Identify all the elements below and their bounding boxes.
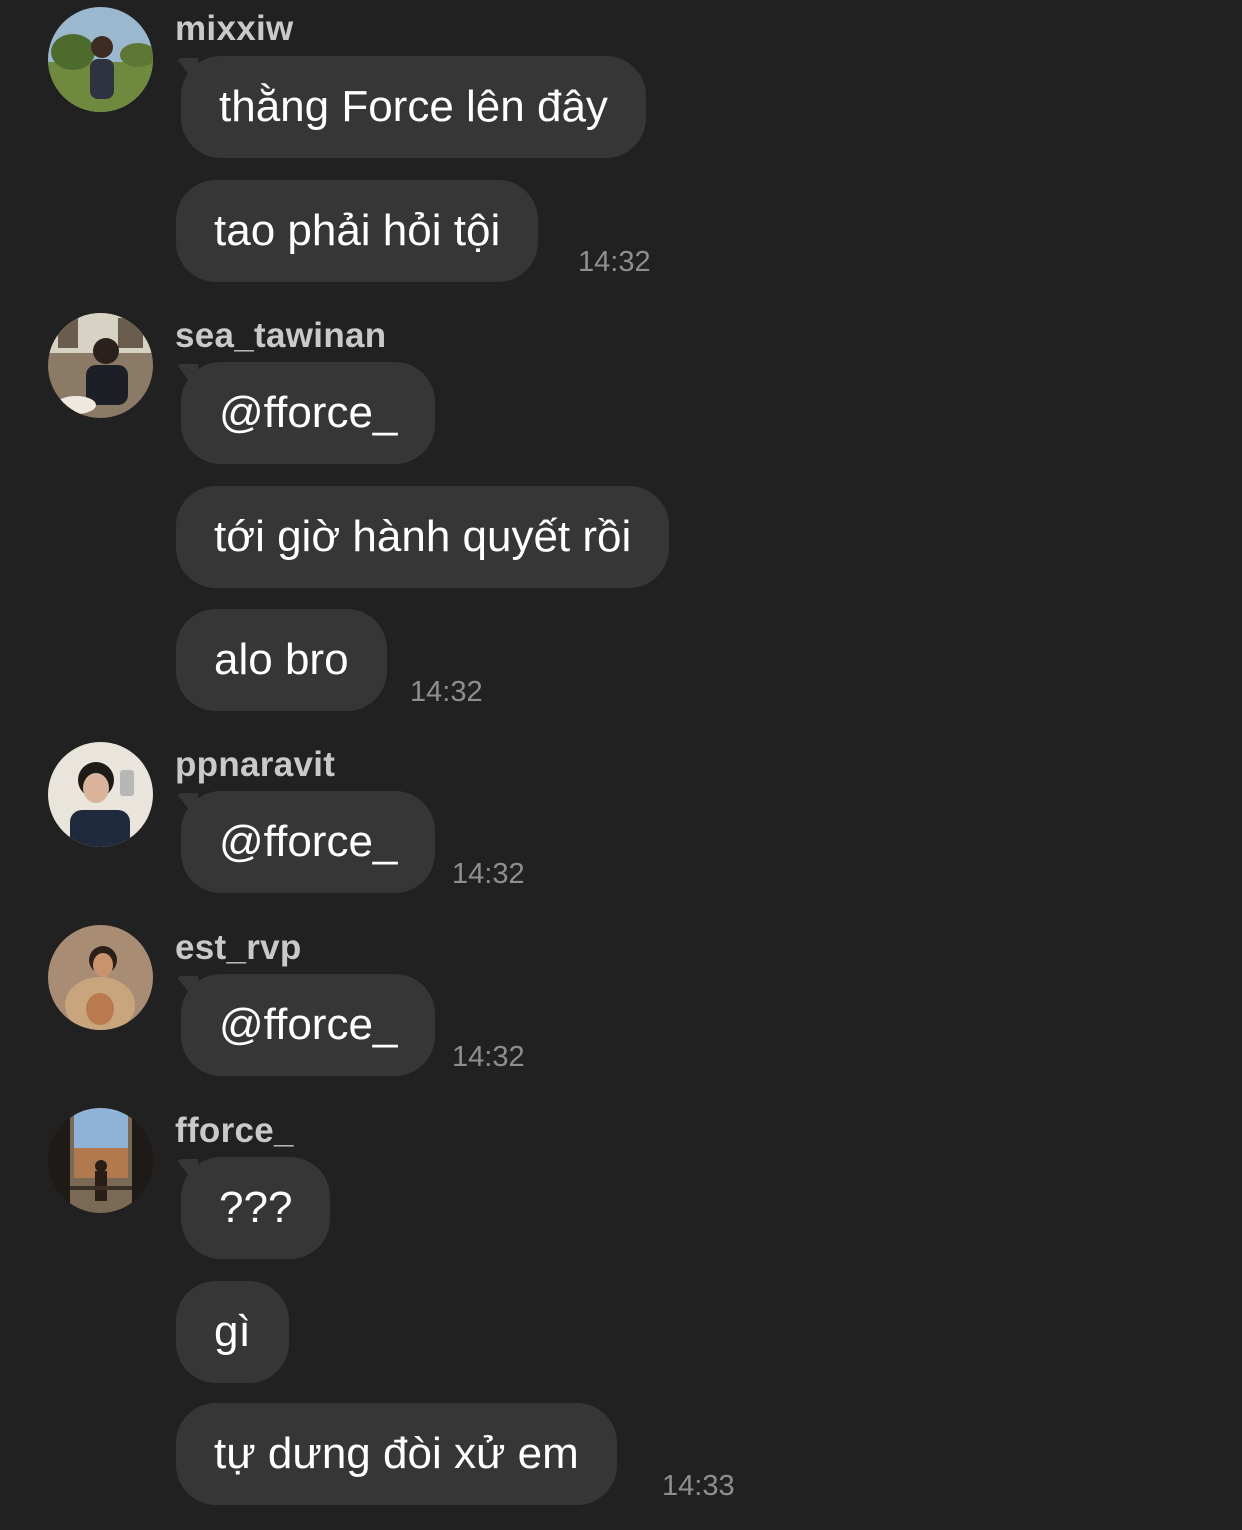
timestamp: 14:32 bbox=[578, 246, 651, 278]
username[interactable]: est_rvp bbox=[175, 928, 302, 968]
message-bubble[interactable]: tới giờ hành quyết rồi bbox=[176, 486, 670, 588]
timestamp: 14:32 bbox=[452, 1041, 525, 1073]
avatar-image bbox=[48, 1108, 153, 1213]
message-bubble[interactable]: @fforce_ bbox=[181, 791, 436, 893]
message-bubble[interactable]: gì bbox=[176, 1281, 289, 1383]
message-bubble[interactable]: @fforce_ bbox=[181, 974, 436, 1076]
message-bubble[interactable]: tự dưng đòi xử em bbox=[176, 1403, 617, 1505]
message-bubble[interactable]: thằng Force lên đây bbox=[181, 56, 646, 158]
avatar-mixxiw[interactable] bbox=[48, 7, 153, 112]
username[interactable]: ppnaravit bbox=[175, 745, 335, 785]
timestamp: 14:32 bbox=[410, 676, 483, 708]
timestamp: 14:32 bbox=[452, 858, 525, 890]
username[interactable]: fforce_ bbox=[175, 1111, 294, 1151]
avatar-image bbox=[48, 742, 153, 847]
avatar-fforce[interactable] bbox=[48, 1108, 153, 1213]
message-bubble[interactable]: @fforce_ bbox=[181, 362, 436, 464]
avatar-est-rvp[interactable] bbox=[48, 925, 153, 1030]
avatar-ppnaravit[interactable] bbox=[48, 742, 153, 847]
avatar-image bbox=[48, 925, 153, 1030]
message-bubble[interactable]: tao phải hỏi tội bbox=[176, 180, 539, 282]
avatar-sea-tawinan[interactable] bbox=[48, 313, 153, 418]
message-bubble[interactable]: alo bro bbox=[176, 609, 387, 711]
username[interactable]: mixxiw bbox=[175, 9, 294, 49]
message-bubble[interactable]: ??? bbox=[181, 1157, 331, 1259]
timestamp: 14:33 bbox=[662, 1470, 735, 1502]
username[interactable]: sea_tawinan bbox=[175, 316, 386, 356]
avatar-image bbox=[48, 313, 153, 418]
avatar-image bbox=[48, 7, 153, 112]
